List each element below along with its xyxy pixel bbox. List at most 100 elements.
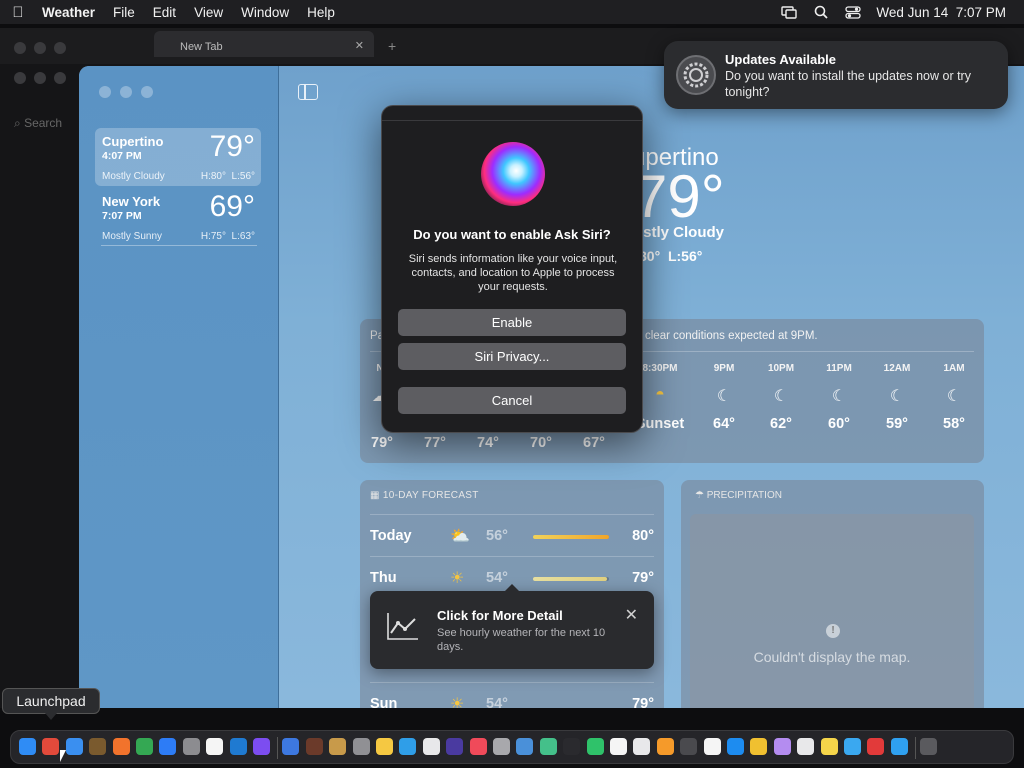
dock-app-icon[interactable]	[159, 738, 177, 755]
location-condition: Mostly Sunny	[102, 231, 163, 242]
siri-dialog-body: Siri sends information like your voice i…	[408, 253, 618, 293]
info-icon: !	[826, 624, 840, 638]
dock-finder-icon[interactable]	[19, 738, 36, 755]
minimize-window-button[interactable]	[34, 42, 46, 54]
hour-column-12am: 12AM ☾ 59°	[872, 363, 922, 432]
hour-temp: 79°	[371, 435, 393, 451]
dock-app-icon[interactable]	[820, 738, 838, 755]
dock-app-icon[interactable]	[610, 738, 627, 755]
menu-edit[interactable]: Edit	[144, 5, 185, 20]
menu-app-name[interactable]: Weather	[36, 5, 104, 20]
forecast-header: ▦ 10-DAY FORECAST	[370, 490, 479, 501]
weather-close-button[interactable]	[99, 86, 111, 98]
dock-app-icon[interactable]	[867, 738, 885, 755]
tab-close-icon[interactable]: ✕	[355, 39, 364, 52]
forecast-row-sun[interactable]: Sun ☀ 54° 79°	[370, 682, 654, 708]
apple-menu-icon[interactable]: 	[0, 4, 36, 21]
cancel-button[interactable]: Cancel	[398, 387, 626, 414]
close-window-button-2[interactable]	[14, 72, 26, 84]
dock-app-icon[interactable]	[727, 738, 744, 755]
dock-app-icon[interactable]	[182, 738, 200, 755]
dock-app-icon[interactable]	[750, 738, 768, 755]
dock-app-icon[interactable]	[282, 738, 300, 755]
menu-clock[interactable]: Wed Jun 14 7:07 PM	[876, 5, 1006, 20]
search-icon: ⌕	[14, 116, 21, 130]
browser-search-field[interactable]: ⌕ Search	[14, 116, 62, 131]
precipitation-header-label: PRECIPITATION	[706, 490, 782, 501]
dock-app-icon[interactable]	[329, 738, 347, 755]
dock-app-icon[interactable]	[399, 738, 417, 755]
dock-launchpad-icon[interactable]	[42, 738, 60, 755]
control-center-icon[interactable]	[844, 5, 862, 19]
spotlight-search-icon[interactable]	[812, 5, 830, 19]
hour-value: 62°	[770, 416, 792, 432]
dock-app-icon[interactable]	[586, 738, 604, 755]
dock-app-icon[interactable]	[516, 738, 534, 755]
weather-minimize-button[interactable]	[120, 86, 132, 98]
dock-app-icon[interactable]	[112, 738, 130, 755]
second-window-controls	[14, 72, 66, 84]
calendar-icon: ▦	[370, 490, 380, 501]
dock-app-icon[interactable]	[65, 738, 83, 755]
close-icon[interactable]: ✕	[625, 605, 638, 625]
new-tab-icon[interactable]: +	[388, 38, 396, 54]
hour-label: 9PM	[713, 363, 735, 374]
hour-value: 64°	[713, 416, 735, 432]
menu-file[interactable]: File	[104, 5, 144, 20]
dock-app-icon[interactable]	[305, 738, 323, 755]
sidebar-toggle-icon[interactable]	[298, 84, 318, 100]
zoom-window-button[interactable]	[54, 42, 66, 54]
dock-app-icon[interactable]	[797, 738, 815, 755]
dock-app-icon[interactable]	[253, 738, 270, 755]
enable-button[interactable]: Enable	[398, 309, 626, 336]
hour-value: 59°	[886, 416, 908, 432]
updates-notification[interactable]: Updates Available Do you want to install…	[664, 41, 1008, 109]
zoom-window-button-2[interactable]	[54, 72, 66, 84]
dock-app-icon[interactable]	[136, 738, 153, 755]
minimize-window-button-2[interactable]	[34, 72, 46, 84]
dock-app-icon[interactable]	[680, 738, 698, 755]
dock-app-icon[interactable]	[422, 738, 440, 755]
dock-app-icon[interactable]	[206, 738, 224, 755]
dock-app-icon[interactable]	[539, 738, 557, 755]
dock-app-icon[interactable]	[773, 738, 791, 755]
partly-cloudy-icon: ⛅	[450, 528, 470, 545]
dock-app-icon[interactable]	[890, 738, 908, 755]
hour-label: 11PM	[826, 363, 852, 374]
precipitation-map[interactable]: ! Couldn't display the map.	[690, 514, 974, 708]
browser-tab[interactable]: New Tab ✕	[154, 31, 374, 57]
line-chart-icon	[386, 611, 420, 646]
siri-icon	[481, 142, 545, 206]
dock-app-icon[interactable]	[229, 738, 247, 755]
dock-app-icon[interactable]	[656, 738, 674, 755]
dock-app-icon[interactable]	[446, 738, 464, 755]
dock-app-icon[interactable]	[703, 738, 721, 755]
hour-value: 60°	[828, 416, 850, 432]
precipitation-card[interactable]: ☂ PRECIPITATION ! Couldn't display the m…	[681, 480, 984, 708]
dock-app-icon[interactable]	[89, 738, 107, 755]
forecast-row-today[interactable]: Today ⛅ 56° 80°	[370, 514, 654, 556]
dock-app-icon[interactable]	[352, 738, 370, 755]
dock-app-icon[interactable]	[376, 738, 393, 755]
hour-label: 12AM	[883, 363, 911, 374]
location-item-new-york[interactable]: New York 7:07 PM 69° Mostly Sunny H:75° …	[95, 188, 261, 246]
more-detail-popover[interactable]: Click for More Detail See hourly weather…	[370, 584, 654, 669]
close-window-button[interactable]	[14, 42, 26, 54]
siri-privacy-button[interactable]: Siri Privacy...	[398, 343, 626, 370]
hour-column-1am: 1AM ☾ 58°	[929, 363, 979, 432]
sun-icon: ☀	[450, 696, 465, 708]
screen-mirroring-icon[interactable]	[780, 5, 798, 19]
dock-app-icon[interactable]	[920, 738, 938, 755]
dock-app-icon[interactable]	[493, 738, 510, 755]
menu-window[interactable]: Window	[232, 5, 298, 20]
menu-view[interactable]: View	[185, 5, 232, 20]
hour-temp: 77°	[424, 435, 446, 451]
weather-zoom-button[interactable]	[141, 86, 153, 98]
location-temp: 69°	[209, 190, 255, 223]
dock-app-icon[interactable]	[563, 738, 581, 755]
dock-app-icon[interactable]	[844, 738, 861, 755]
dock-app-icon[interactable]	[633, 738, 651, 755]
location-item-cupertino[interactable]: Cupertino 4:07 PM 79° Mostly Cloudy H:80…	[95, 128, 261, 186]
menu-help[interactable]: Help	[298, 5, 344, 20]
dock-app-icon[interactable]	[469, 738, 487, 755]
